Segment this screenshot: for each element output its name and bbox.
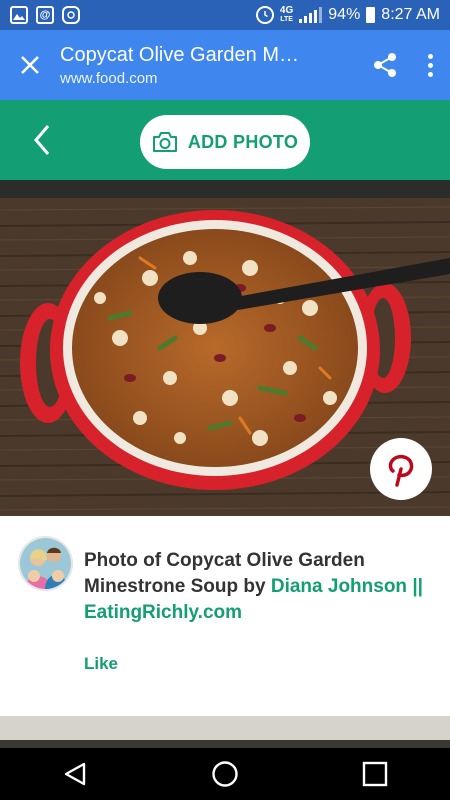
add-photo-label: ADD PHOTO bbox=[187, 131, 299, 152]
photo-caption: Photo of Copycat Olive Garden Minestrone… bbox=[84, 548, 434, 626]
back-button[interactable] bbox=[28, 120, 58, 160]
share-icon bbox=[374, 53, 396, 77]
status-bar: @ 4G LTE 94% 8:27 AM bbox=[0, 0, 450, 30]
add-photo-button[interactable]: ADD PHOTO bbox=[140, 115, 310, 169]
camera-icon bbox=[152, 132, 177, 152]
nav-home-button[interactable] bbox=[195, 748, 255, 800]
network-type-top: 4G bbox=[279, 5, 294, 16]
signal-strength-icon bbox=[299, 7, 323, 23]
clock: 8:27 AM bbox=[381, 6, 440, 23]
pinterest-save-button[interactable] bbox=[370, 438, 432, 500]
instagram-notification-icon bbox=[62, 6, 80, 24]
like-button[interactable]: Like bbox=[84, 654, 118, 674]
notification-icons: @ bbox=[10, 6, 80, 24]
battery-icon bbox=[366, 7, 376, 23]
share-button[interactable] bbox=[360, 30, 410, 100]
photo-top-strip bbox=[0, 180, 450, 198]
alarm-icon bbox=[255, 6, 274, 24]
browser-toolbar: Copycat Olive Garden M… www.food.com bbox=[0, 30, 450, 100]
avatar-image bbox=[20, 538, 71, 589]
square-recents-icon bbox=[362, 761, 388, 787]
more-vert-icon bbox=[427, 53, 433, 59]
close-button[interactable] bbox=[0, 30, 60, 100]
pinterest-icon bbox=[388, 454, 414, 487]
network-type-indicator: 4G LTE bbox=[280, 6, 293, 24]
photo-info-card: Photo of Copycat Olive Garden Minestrone… bbox=[0, 516, 450, 716]
nav-recents-button[interactable] bbox=[345, 748, 405, 800]
page-url: www.food.com bbox=[60, 69, 158, 87]
page-title: Copycat Olive Garden M… bbox=[60, 43, 299, 66]
card-separator bbox=[0, 716, 450, 740]
nav-back-button[interactable] bbox=[45, 748, 105, 800]
network-type-bottom: LTE bbox=[280, 16, 293, 23]
chevron-left-icon bbox=[34, 125, 50, 155]
author-avatar[interactable] bbox=[18, 536, 73, 591]
email-notification-icon: @ bbox=[36, 6, 54, 24]
next-photo-peek bbox=[0, 740, 450, 748]
more-options-button[interactable] bbox=[410, 30, 450, 100]
gallery-notification-icon bbox=[10, 6, 28, 24]
system-nav-bar bbox=[0, 748, 450, 800]
circle-home-icon bbox=[212, 761, 238, 787]
close-icon bbox=[21, 56, 39, 74]
battery-percent: 94% bbox=[328, 6, 361, 23]
gallery-header: ADD PHOTO bbox=[0, 100, 450, 180]
system-status: 4G LTE 94% 8:27 AM bbox=[255, 6, 440, 24]
page-title-block: Copycat Olive Garden M… www.food.com bbox=[60, 44, 360, 87]
triangle-back-icon bbox=[64, 762, 86, 786]
